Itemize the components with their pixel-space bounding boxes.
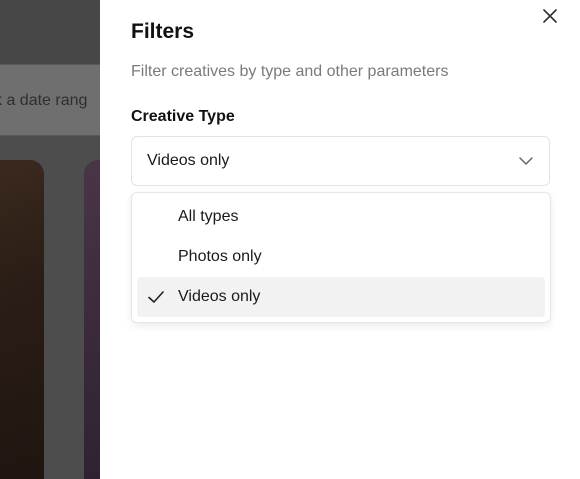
option-all-types[interactable]: All types [137, 197, 545, 237]
chevron-down-icon [518, 153, 534, 169]
check-icon [148, 291, 164, 303]
option-photos-only[interactable]: Photos only [137, 237, 545, 277]
background-creative-card [0, 160, 44, 479]
background-creative-card [84, 160, 100, 479]
filters-panel: Filters Filter creatives by type and oth… [100, 0, 580, 479]
option-videos-only[interactable]: Videos only [137, 277, 545, 317]
background-topbar [0, 0, 100, 64]
option-label: All types [178, 208, 239, 225]
creative-type-dropdown: All types Photos only Videos only [131, 192, 551, 323]
background-date-range-picker: k a date rang [0, 64, 100, 136]
creative-type-selected-value: Videos only [147, 152, 230, 169]
creative-type-select[interactable]: Videos only [131, 136, 550, 186]
close-button[interactable] [540, 6, 560, 26]
background-page-overlay: k a date rang [0, 0, 100, 479]
option-label: Photos only [178, 248, 262, 265]
panel-subtitle: Filter creatives by type and other param… [131, 63, 449, 80]
panel-title: Filters [131, 20, 195, 43]
creative-type-label: Creative Type [131, 108, 235, 125]
option-label: Videos only [178, 288, 261, 305]
date-range-placeholder: k a date rang [0, 92, 88, 109]
close-icon [543, 9, 557, 23]
